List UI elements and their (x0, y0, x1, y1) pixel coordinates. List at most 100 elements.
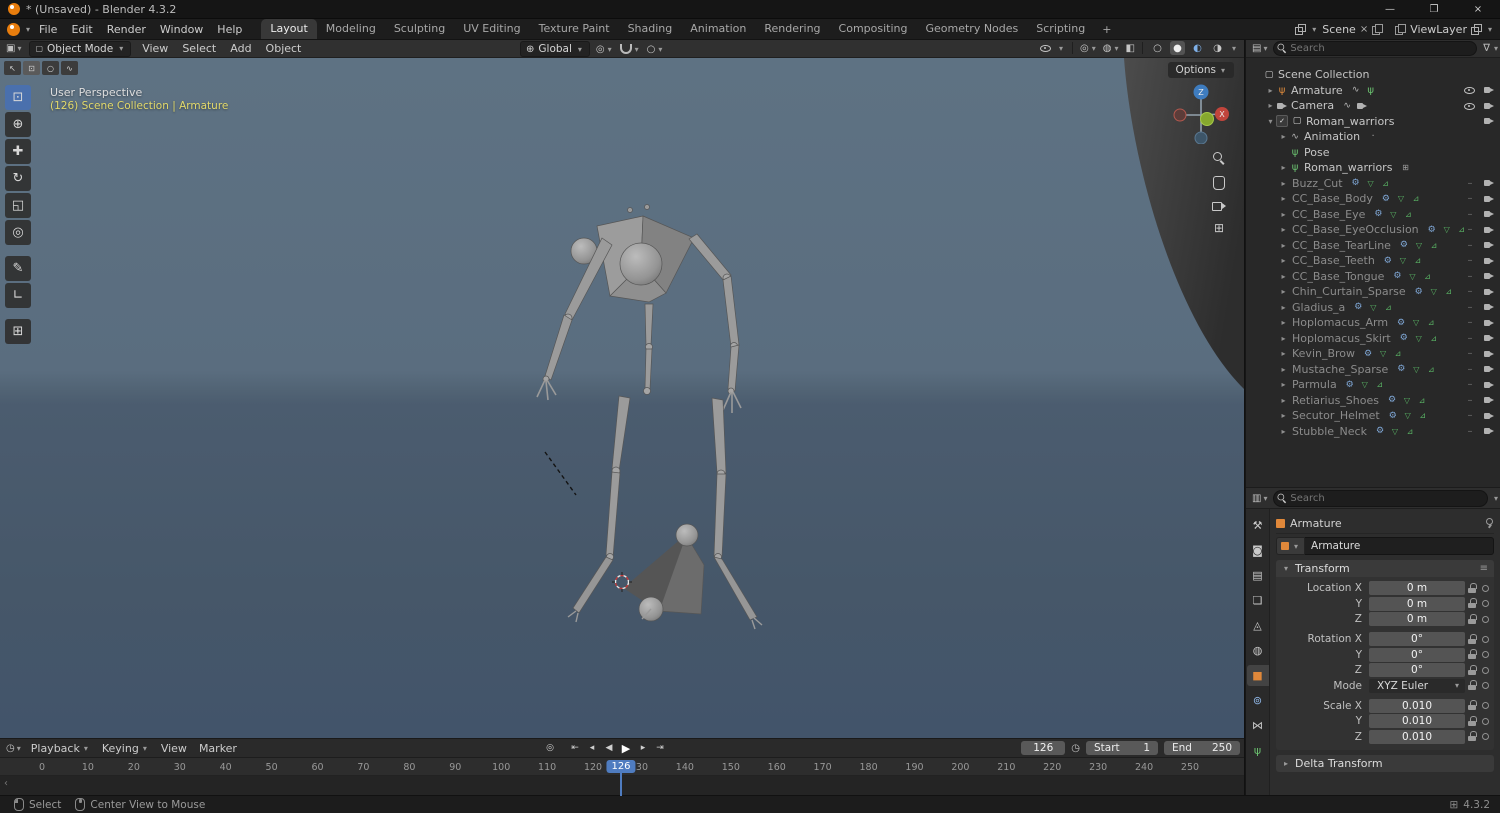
outliner-row-camera[interactable]: ▸ Camera ∿ (1246, 98, 1500, 114)
shading-rendered-button[interactable]: ◑ (1210, 41, 1225, 55)
dash-icon[interactable]: – (1464, 286, 1476, 298)
animate-dot-icon[interactable] (1482, 584, 1489, 592)
navigation-gizmo[interactable]: Z X (1172, 82, 1230, 144)
y-field[interactable]: 0° (1369, 647, 1465, 662)
jump-end-button[interactable]: ⇥ (653, 741, 667, 755)
expand-icon[interactable]: ▸ (1278, 241, 1289, 250)
dash-icon[interactable]: – (1464, 348, 1476, 360)
cam-icon[interactable] (1483, 193, 1495, 205)
lock-icon[interactable] (1468, 613, 1477, 625)
cam-icon[interactable] (1483, 100, 1495, 112)
annotate-tool[interactable]: ✎ (5, 256, 31, 281)
properties-tab-object[interactable]: ■ (1246, 665, 1269, 686)
outliner-row-cc-base-tearline[interactable]: ▸ CC_Base_TearLine ⚙ ▽ ⊿ – (1246, 238, 1500, 254)
workspace-tab-scripting[interactable]: Scripting (1027, 19, 1094, 39)
blender-menu-arrow-icon[interactable]: ▾ (26, 25, 30, 34)
properties-tab-scene[interactable]: ◬ (1247, 615, 1269, 636)
shading-material-button[interactable]: ◐ (1190, 41, 1205, 55)
outliner-row-parmula[interactable]: ▸ Parmula ⚙ ▽ ⊿ – (1246, 377, 1500, 393)
lock-icon[interactable] (1468, 715, 1477, 727)
3d-viewport[interactable]: User Perspective (126) Scene Collection … (0, 58, 1244, 738)
next-key-button[interactable]: ▸ (636, 741, 650, 755)
expand-icon[interactable]: ▸ (1278, 365, 1289, 374)
dash-icon[interactable]: – (1464, 239, 1476, 251)
editor-type-outliner-icon[interactable]: ▤ (1252, 43, 1261, 54)
shading-options-arrow-icon[interactable]: ▾ (1232, 44, 1236, 53)
editor-type-3d-icon[interactable]: ▣ (6, 43, 15, 54)
dash-icon[interactable]: – (1464, 425, 1476, 437)
expand-icon[interactable]: ▸ (1278, 210, 1289, 219)
lock-icon[interactable] (1468, 633, 1477, 645)
select-lasso-mode-button[interactable]: ∿ (61, 61, 78, 75)
auto-key-button[interactable]: ◎ (543, 741, 557, 755)
overlays-button[interactable]: ◍ ▾ (1103, 43, 1121, 54)
outliner-row-cc-base-tongue[interactable]: ▸ CC_Base_Tongue ⚙ ▽ ⊿ – (1246, 269, 1500, 285)
chevron-down-icon[interactable]: ▾ (1488, 25, 1492, 34)
pin-icon[interactable] (1484, 517, 1494, 529)
lock-icon[interactable] (1468, 582, 1477, 594)
current-frame-field[interactable]: 126 (1021, 741, 1066, 755)
chevron-down-icon[interactable]: ▾ (17, 744, 21, 753)
scale-tool[interactable]: ◱ (5, 193, 31, 218)
cam-icon[interactable] (1483, 317, 1495, 329)
cam-icon[interactable] (1483, 425, 1495, 437)
workspace-tab-layout[interactable]: Layout (261, 19, 317, 39)
unlink-scene-icon[interactable]: × (1360, 24, 1368, 35)
y-field[interactable]: 0.010 (1369, 714, 1465, 728)
properties-tab-output[interactable]: ▤ (1247, 565, 1269, 586)
animate-dot-icon[interactable] (1482, 651, 1489, 658)
close-button[interactable]: × (1456, 0, 1500, 18)
timeline-track-area[interactable]: ‹ (0, 776, 1244, 795)
dash-icon[interactable]: – (1464, 255, 1476, 267)
workspace-tab-geometry-nodes[interactable]: Geometry Nodes (916, 19, 1027, 39)
expand-icon[interactable]: ▸ (1278, 179, 1289, 188)
minimize-button[interactable]: — (1368, 0, 1412, 18)
expand-icon[interactable]: ▸ (1278, 396, 1289, 405)
location-x-field[interactable]: 0 m (1369, 581, 1465, 595)
timeline-ruler[interactable]: 0 10 20 30 40 50 60 70 80 90 100 110 120 130 140 150 160… (0, 758, 1244, 776)
workspace-tab-shading[interactable]: Shading (619, 19, 682, 39)
lock-icon[interactable] (1468, 598, 1477, 609)
viewlayer-name[interactable]: ViewLayer (1410, 23, 1467, 36)
lock-icon[interactable] (1468, 649, 1477, 660)
dash-icon[interactable]: – (1464, 177, 1476, 189)
chevron-down-icon[interactable]: ▾ (1494, 494, 1498, 503)
measure-tool[interactable]: ∟ (5, 283, 31, 308)
properties-tab-render[interactable]: ◙ (1247, 540, 1269, 561)
cam-icon[interactable] (1483, 348, 1495, 360)
visibility-icon[interactable] (1040, 42, 1052, 54)
outliner-row-retiarius-shoes[interactable]: ▸ Retiarius_Shoes ⚙ ▽ ⊿ – (1246, 393, 1500, 409)
cam-icon[interactable] (1483, 224, 1495, 236)
outliner-row-gladius-a[interactable]: ▸ Gladius_a ⚙ ▽ ⊿ – (1246, 300, 1500, 316)
workspace-tab-animation[interactable]: Animation (681, 19, 755, 39)
animate-dot-icon[interactable] (1482, 600, 1489, 607)
editor-type-properties-icon[interactable]: ▥ (1252, 493, 1261, 504)
dash-icon[interactable]: – (1464, 332, 1476, 344)
workspace-tab-modeling[interactable]: Modeling (317, 19, 385, 39)
object-name-field[interactable]: Armature (1305, 537, 1494, 555)
expand-icon[interactable]: ▸ (1278, 163, 1289, 172)
cam-icon[interactable] (1483, 239, 1495, 251)
cam-icon[interactable] (1483, 301, 1495, 313)
outliner-row-hoplomacus-arm[interactable]: ▸ Hoplomacus_Arm ⚙ ▽ ⊿ – (1246, 315, 1500, 331)
expand-icon[interactable]: ▸ (1278, 194, 1289, 203)
snapping-button[interactable]: ▾ (619, 44, 641, 54)
dash-icon[interactable]: – (1464, 193, 1476, 205)
animate-dot-icon[interactable] (1482, 635, 1489, 643)
delta-transform-panel-header[interactable]: ▸ Delta Transform (1276, 755, 1494, 772)
lock-icon[interactable] (1468, 731, 1477, 742)
add-workspace-button[interactable]: + (1094, 20, 1119, 39)
mode-select[interactable]: XYZ Euler ▾ (1369, 678, 1465, 693)
scroll-left-icon[interactable]: ‹ (4, 778, 8, 789)
z-field[interactable]: 0 m (1369, 612, 1465, 626)
outliner-search[interactable] (1273, 41, 1478, 56)
options-button[interactable]: Options ▾ (1168, 62, 1234, 78)
select-circle-mode-button[interactable]: ○ (42, 61, 59, 75)
animate-dot-icon[interactable] (1482, 733, 1489, 740)
outliner-row-roman-warriors[interactable]: ▸ ψ Roman_warriors ⊞ (1246, 160, 1500, 176)
expand-icon[interactable]: ▸ (1278, 132, 1289, 141)
lock-icon[interactable] (1468, 664, 1477, 676)
collection-checkbox[interactable]: ✓ (1276, 115, 1288, 128)
outliner-row-cc-base-body[interactable]: ▸ CC_Base_Body ⚙ ▽ ⊿ – (1246, 191, 1500, 207)
workspace-tab-texture-paint[interactable]: Texture Paint (530, 19, 619, 39)
